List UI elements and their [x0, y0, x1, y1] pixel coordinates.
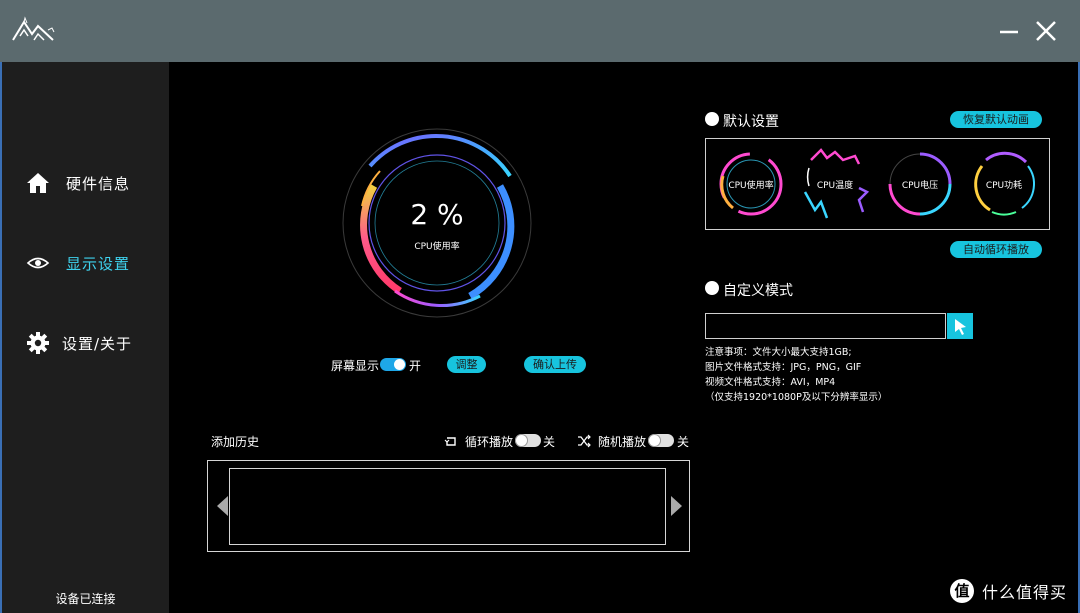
screen-display-toggle[interactable] — [380, 358, 406, 371]
preset-cpu-power[interactable]: CPU功耗 — [966, 146, 1042, 222]
shuffle-icon — [578, 434, 591, 448]
sidebar-item-label: 设置/关于 — [62, 335, 133, 353]
watermark-text: 什么值得买 — [982, 583, 1068, 602]
mountain-logo — [12, 16, 55, 41]
adjust-button[interactable]: 调整 — [447, 356, 486, 373]
restore-default-button[interactable]: 恢复默认动画 — [950, 111, 1042, 128]
carousel-next-icon[interactable] — [671, 496, 682, 516]
loop-icon — [444, 437, 456, 446]
sidebar-item-label: 硬件信息 — [66, 175, 131, 193]
auto-cycle-button[interactable]: 自动循环播放 — [950, 241, 1042, 258]
close-icon[interactable] — [1033, 18, 1059, 44]
loop-state: 关 — [543, 435, 556, 449]
title-bar — [0, 0, 1080, 62]
loop-toggle[interactable] — [515, 434, 541, 447]
default-settings-title: 默认设置 — [723, 114, 779, 130]
file-pick-button[interactable] — [947, 313, 973, 339]
note-line: 视频文件格式支持：AVI，MP4 — [705, 377, 836, 388]
watermark: 值 什么值得买 — [950, 577, 1067, 605]
loop-label: 循环播放 — [465, 435, 514, 449]
sidebar: 硬件信息 显示设置 设置/关于 设备已连接 — [2, 62, 169, 613]
sidebar-item-hardware-info[interactable]: 硬件信息 — [2, 163, 169, 203]
sidebar-item-label: 显示设置 — [66, 255, 131, 273]
gear-icon — [27, 332, 49, 354]
history-list[interactable] — [229, 468, 666, 545]
custom-mode-title: 自定义模式 — [723, 283, 793, 299]
preset-label: CPU使用率 — [728, 181, 774, 191]
note-line: 图片文件格式支持：JPG，PNG，GIF — [705, 362, 862, 373]
preset-cpu-temp[interactable]: CPU温度 — [797, 146, 873, 222]
file-notes: 注意事项：文件大小最大支持1GB; 图片文件格式支持：JPG，PNG，GIF 视… — [705, 345, 887, 405]
custom-mode-radio[interactable] — [705, 281, 719, 295]
preset-label: CPU温度 — [816, 181, 854, 191]
confirm-upload-button[interactable]: 确认上传 — [524, 356, 586, 373]
file-path-input[interactable] — [705, 313, 946, 339]
carousel-prev-icon[interactable] — [217, 496, 228, 516]
home-icon — [27, 173, 49, 193]
shuffle-state: 关 — [677, 435, 690, 449]
minimize-icon[interactable] — [996, 18, 1022, 44]
note-line: （仅支持1920*1080P及以下分辨率显示） — [705, 392, 888, 403]
eye-icon — [26, 257, 50, 269]
shuffle-label: 随机播放 — [598, 435, 647, 449]
cpu-usage-label: CPU使用率 — [414, 242, 460, 252]
preset-cpu-usage[interactable]: CPU使用率 — [713, 146, 789, 222]
preset-cpu-voltage[interactable]: CPU电压 — [882, 146, 958, 222]
sidebar-item-display-settings[interactable]: 显示设置 — [2, 243, 169, 283]
screen-display-label: 屏幕显示 — [331, 359, 380, 373]
cursor-icon — [955, 319, 966, 335]
screen-display-state: 开 — [409, 359, 422, 373]
preset-label: CPU电压 — [901, 181, 939, 191]
sidebar-item-settings-about[interactable]: 设置/关于 — [2, 323, 169, 363]
connection-status: 设备已连接 — [55, 592, 116, 606]
watermark-logo: 值 — [950, 579, 974, 603]
default-settings-radio[interactable] — [705, 112, 719, 126]
cpu-usage-value: 2 % — [410, 198, 464, 231]
history-title: 添加历史 — [211, 435, 260, 449]
note-line: 注意事项：文件大小最大支持1GB; — [705, 347, 852, 358]
preset-label: CPU功耗 — [985, 181, 1023, 191]
shuffle-toggle[interactable] — [648, 434, 674, 447]
